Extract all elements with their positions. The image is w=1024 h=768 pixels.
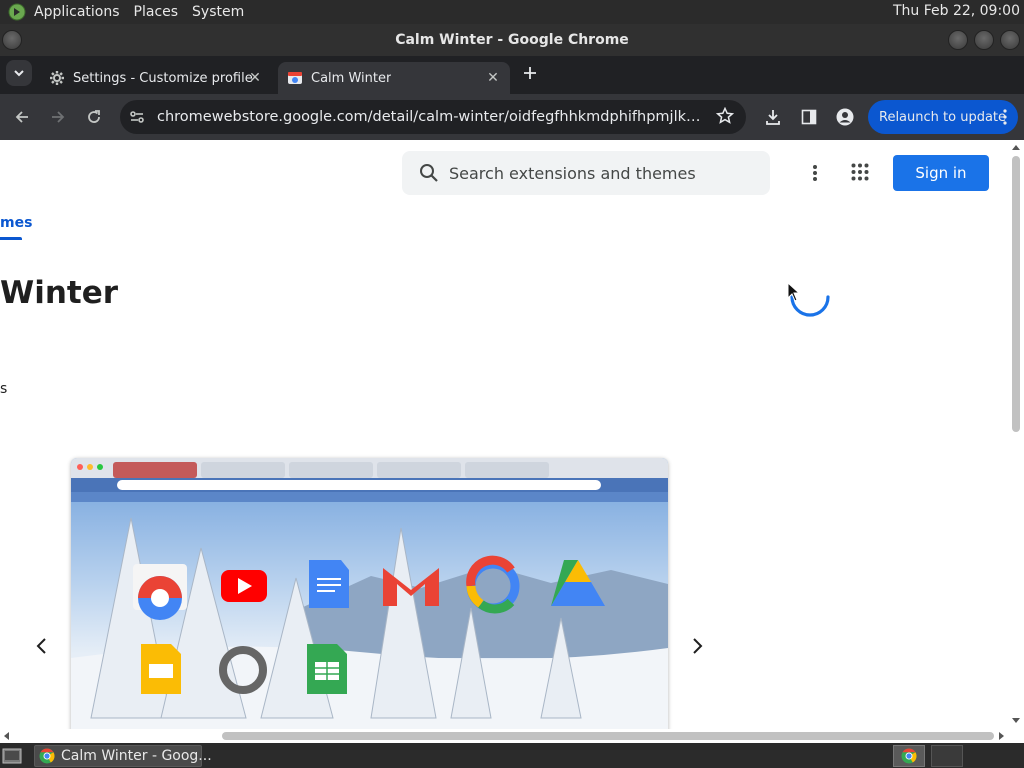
side-panel-button[interactable] [795,103,823,131]
active-tab-indicator [0,237,22,240]
browser-toolbar: chromewebstore.google.com/detail/calm-wi… [0,94,1024,140]
tab-label: Settings - Customize profile [73,70,253,86]
scroll-up-icon[interactable] [1012,144,1020,152]
top-panel: Applications Places System Thu Feb 22, 0… [0,0,1024,24]
close-tab-icon[interactable]: ✕ [484,69,502,87]
more-vert-icon[interactable] [1002,108,1008,126]
horizontal-scrollbar[interactable] [0,729,1008,743]
theme-preview-image [71,458,668,729]
google-apps-icon[interactable] [851,163,869,181]
web-page-content: Search extensions and themes Sign in mes… [0,141,1008,729]
relaunch-to-update-button[interactable]: Relaunch to update [868,100,1018,134]
item-subtitle: s [0,381,8,397]
window-menu-button[interactable] [2,30,22,50]
tab-strip: Settings - Customize profile ✕ Calm Wint… [0,56,1024,94]
sign-in-button[interactable]: Sign in [893,155,989,191]
places-menu[interactable]: Places [134,4,179,20]
chevron-left-icon [36,638,46,654]
horizontal-scroll-thumb[interactable] [222,732,994,740]
person-icon [836,108,854,126]
show-desktop-icon[interactable] [2,747,22,765]
more-options-icon[interactable] [806,163,824,183]
plus-icon [524,67,536,79]
vertical-scroll-thumb[interactable] [1012,156,1020,432]
forward-button[interactable] [44,103,72,131]
tab-calm-winter[interactable]: Calm Winter ✕ [278,62,510,94]
theme-favicon-icon [287,70,303,86]
chrome-logo-icon [39,748,55,764]
back-button[interactable] [8,103,36,131]
clock[interactable]: Thu Feb 22, 09:00 [893,3,1020,19]
item-title: Winter [0,275,119,311]
taskbar-window-button[interactable]: Calm Winter - Goog... [34,745,212,767]
chrome-logo-icon [901,748,917,764]
scroll-down-icon[interactable] [1012,716,1020,724]
tab-label: Calm Winter [311,70,392,86]
reload-icon [88,110,100,123]
search-icon [419,163,439,183]
tab-search-button[interactable] [6,60,32,86]
window-titlebar[interactable]: Calm Winter - Google Chrome [0,24,1024,56]
system-menu[interactable]: System [192,4,244,20]
downloads-button[interactable] [759,103,787,131]
workspace-2[interactable] [931,745,963,767]
arrow-right-icon [52,111,65,123]
side-panel-icon [801,109,817,125]
applications-menu[interactable]: Applications [34,4,120,20]
search-placeholder: Search extensions and themes [449,163,696,183]
window-title: Calm Winter - Google Chrome [395,32,629,48]
relaunch-label: Relaunch to update [879,109,1007,125]
carousel-next-button[interactable] [686,634,710,658]
site-info-icon[interactable] [128,108,146,126]
mouse-pointer-icon [787,282,801,302]
workspace-switcher[interactable] [893,745,925,767]
profile-button[interactable] [831,103,859,131]
download-icon [766,110,780,125]
bookmark-star-icon[interactable] [716,107,734,125]
taskbar-window-label: Calm Winter - Goog... [61,748,212,764]
url-text: chromewebstore.google.com/detail/calm-wi… [157,109,709,125]
scroll-right-icon[interactable] [997,732,1005,740]
chevron-right-icon [693,638,703,654]
reload-button[interactable] [80,103,108,131]
close-tab-icon[interactable]: ✕ [246,69,264,87]
nav-tab-themes[interactable]: mes [0,215,32,231]
tab-settings[interactable]: Settings - Customize profile ✕ [40,62,272,94]
close-window-button[interactable] [1000,30,1020,50]
vertical-scrollbar[interactable] [1008,141,1024,729]
new-tab-button[interactable] [516,59,544,87]
arrow-left-icon [15,111,28,123]
carousel-prev-button[interactable] [29,634,53,658]
gear-icon [49,70,65,86]
address-bar[interactable]: chromewebstore.google.com/detail/calm-wi… [120,100,746,134]
store-search-input[interactable]: Search extensions and themes [402,151,770,195]
minimize-button[interactable] [948,30,968,50]
maximize-button[interactable] [974,30,994,50]
distro-logo-icon[interactable] [6,1,28,23]
scroll-left-icon[interactable] [3,732,11,740]
chevron-down-icon [14,70,24,77]
bottom-panel: Calm Winter - Goog... [0,743,1024,768]
